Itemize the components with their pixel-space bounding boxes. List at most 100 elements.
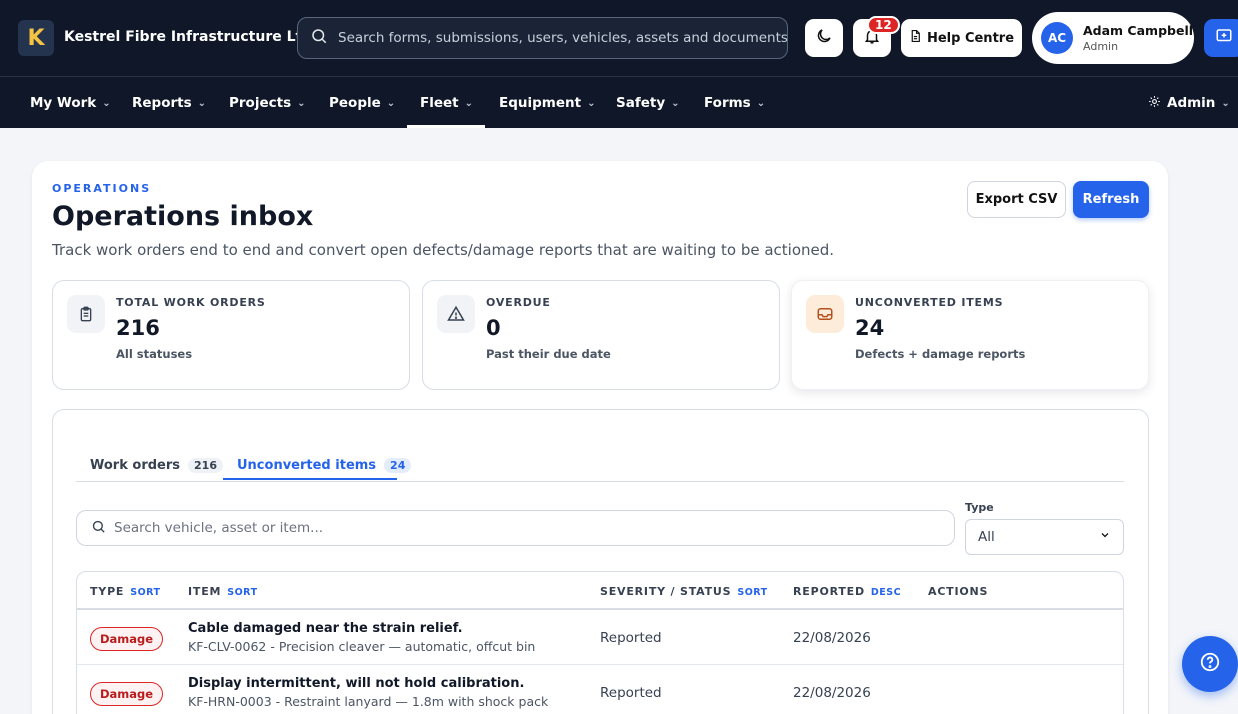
- logo-letter: K: [27, 25, 45, 51]
- stat-subtitle: All statuses: [116, 347, 193, 361]
- chevron-down-icon: ⌄: [671, 97, 680, 109]
- stat-value: 24: [855, 316, 885, 340]
- nav-equipment[interactable]: Equipment ⌄: [499, 77, 595, 129]
- refresh-button[interactable]: Refresh: [1073, 181, 1149, 218]
- table-header: TYPE SORT ITEM SORT SEVERITY / STATUS SORT …: [77, 572, 1123, 610]
- item-status: Reported: [600, 630, 662, 646]
- column-label: SEVERITY / STATUS: [600, 585, 732, 598]
- table-row[interactable]: Damage Display intermittent, will not ho…: [77, 665, 1123, 714]
- item-title: Cable damaged near the strain relief.: [188, 621, 463, 636]
- type-filter-select[interactable]: All: [965, 519, 1124, 555]
- nav-label: Fleet: [420, 95, 459, 111]
- inbox-tray-icon: [806, 295, 844, 333]
- main-nav: My Work ⌄ Reports ⌄ Projects ⌄ People ⌄ Flee…: [0, 76, 1238, 128]
- chevron-down-icon: ⌄: [464, 97, 474, 109]
- chevron-down-icon: ⌄: [102, 97, 111, 109]
- nav-people[interactable]: People ⌄: [329, 77, 395, 129]
- nav-safety[interactable]: Safety ⌄: [616, 77, 680, 129]
- column-header-actions: ACTIONS: [928, 585, 988, 598]
- company-logo[interactable]: K: [18, 20, 54, 56]
- stat-label: UNCONVERTED ITEMS: [855, 296, 1004, 309]
- column-header-status[interactable]: SEVERITY / STATUS SORT: [600, 585, 768, 598]
- stat-value: 216: [116, 316, 160, 340]
- nav-label: Safety: [616, 95, 666, 111]
- nav-projects[interactable]: Projects ⌄: [229, 77, 306, 129]
- page-description: Track work orders end to end and convert…: [52, 241, 835, 259]
- type-filter-label: Type: [965, 501, 994, 514]
- message-plus-icon: [1215, 27, 1233, 49]
- nav-my-work[interactable]: My Work ⌄: [30, 77, 111, 129]
- floating-help-button[interactable]: [1182, 636, 1238, 692]
- sort-toggle[interactable]: SORT: [737, 587, 767, 598]
- document-icon: [909, 29, 922, 47]
- user-name: Adam Campbell: [1083, 23, 1194, 38]
- tab-count-badge: 216: [188, 457, 223, 473]
- search-icon: [310, 27, 328, 49]
- gear-icon: [1148, 95, 1161, 112]
- nav-label: Admin: [1167, 95, 1216, 111]
- nav-label: Projects: [229, 95, 292, 111]
- tab-label: Unconverted items: [237, 457, 377, 473]
- clipboard-icon: [67, 295, 105, 333]
- nav-forms[interactable]: Forms ⌄: [704, 77, 765, 129]
- chevron-down-icon: ⌄: [756, 97, 766, 109]
- tabs-divider: [76, 481, 1124, 482]
- nav-label: My Work: [30, 95, 97, 111]
- nav-label: Forms: [704, 95, 751, 111]
- global-search-placeholder: Search forms, submissions, users, vehicl…: [338, 30, 787, 46]
- user-role: Admin: [1083, 40, 1119, 53]
- help-centre-button[interactable]: Help Centre: [901, 19, 1022, 57]
- avatar: AC: [1041, 22, 1073, 54]
- stat-label: TOTAL WORK ORDERS: [116, 296, 266, 309]
- nav-label: Reports: [132, 95, 192, 111]
- item-status: Reported: [600, 685, 662, 701]
- sort-toggle[interactable]: DESC: [871, 587, 901, 598]
- stat-card-unconverted-items[interactable]: UNCONVERTED ITEMS 24 Defects + damage re…: [791, 280, 1149, 390]
- item-reported-date: 22/08/2026: [793, 685, 871, 701]
- search-icon: [91, 519, 106, 538]
- page-title: Operations inbox: [52, 201, 314, 232]
- stat-label: OVERDUE: [486, 296, 551, 309]
- user-menu-button[interactable]: AC Adam Campbell Admin: [1032, 12, 1194, 64]
- company-name: Kestrel Fibre Infrastructure Ltd: [64, 29, 313, 45]
- items-search-placeholder: Search vehicle, asset or item...: [114, 520, 324, 536]
- column-header-type[interactable]: TYPE SORT: [90, 585, 161, 598]
- nav-fleet[interactable]: Fleet ⌄: [420, 77, 473, 129]
- global-search-input[interactable]: Search forms, submissions, users, vehicl…: [297, 17, 788, 59]
- tab-unconverted-items[interactable]: Unconverted items 24: [237, 450, 412, 480]
- warning-triangle-icon: [437, 295, 475, 333]
- tab-label: Work orders: [90, 457, 181, 473]
- column-label: TYPE: [90, 585, 125, 598]
- nav-reports[interactable]: Reports ⌄: [132, 77, 206, 129]
- stat-card-overdue[interactable]: OVERDUE 0 Past their due date: [422, 280, 780, 390]
- sort-toggle[interactable]: SORT: [227, 587, 257, 598]
- item-reported-date: 22/08/2026: [793, 630, 871, 646]
- nav-label: People: [329, 95, 381, 111]
- stat-value: 0: [486, 316, 501, 340]
- chevron-down-icon: ⌄: [587, 97, 596, 109]
- item-title: Display intermittent, will not hold cali…: [188, 676, 525, 691]
- notifications-badge: 12: [867, 16, 900, 34]
- sort-toggle[interactable]: SORT: [130, 587, 160, 598]
- items-search-input[interactable]: Search vehicle, asset or item...: [76, 510, 955, 546]
- page-eyebrow: OPERATIONS: [52, 182, 152, 195]
- chevron-down-icon: ⌄: [1221, 97, 1230, 109]
- table-row[interactable]: Damage Cable damaged near the strain rel…: [77, 610, 1123, 665]
- column-header-reported[interactable]: REPORTED DESC: [793, 585, 901, 598]
- active-tab-indicator: [223, 478, 397, 480]
- export-csv-button[interactable]: Export CSV: [967, 181, 1066, 218]
- item-subtitle: KF-CLV-0062 - Precision cleaver — automa…: [188, 639, 536, 654]
- stat-subtitle: Defects + damage reports: [855, 347, 1026, 361]
- nav-label: Equipment: [499, 95, 582, 111]
- tab-work-orders[interactable]: Work orders 216: [90, 450, 223, 480]
- help-centre-label: Help Centre: [926, 30, 1015, 46]
- feedback-button[interactable]: [1204, 19, 1238, 57]
- column-header-item[interactable]: ITEM SORT: [188, 585, 258, 598]
- theme-toggle-button[interactable]: [805, 19, 843, 57]
- nav-admin[interactable]: Admin ⌄: [1148, 77, 1230, 129]
- type-badge: Damage: [90, 627, 164, 651]
- stat-subtitle: Past their due date: [486, 347, 611, 361]
- stat-card-total-work-orders[interactable]: TOTAL WORK ORDERS 216 All statuses: [52, 280, 410, 390]
- chevron-down-icon: ⌄: [197, 97, 207, 109]
- nav-active-indicator: [407, 125, 485, 128]
